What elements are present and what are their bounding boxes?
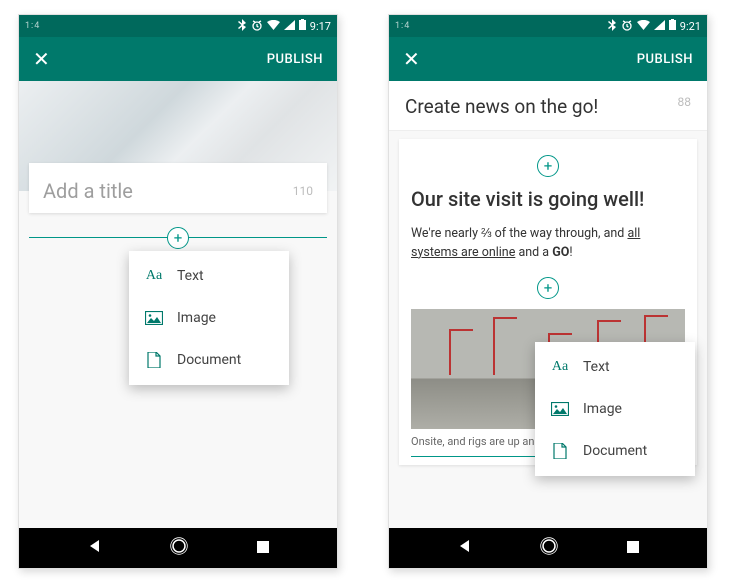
title-char-count: 110	[293, 184, 313, 198]
bluetooth-icon	[237, 19, 247, 34]
close-icon[interactable]: ✕	[403, 47, 420, 71]
content-area: Add a title 110 + Aa Text Image	[19, 81, 337, 528]
add-content-button[interactable]: +	[537, 155, 559, 177]
bluetooth-icon	[607, 19, 617, 34]
page-header: Create news on the go! 88	[389, 81, 707, 131]
menu-item-label: Document	[177, 352, 241, 368]
nav-home-icon[interactable]	[170, 537, 188, 559]
image-icon	[145, 309, 163, 327]
insert-menu: Aa Text Image Document	[129, 251, 289, 385]
nav-home-icon[interactable]	[540, 537, 558, 559]
menu-item-document[interactable]: Document	[535, 430, 695, 472]
status-carrier: 1:4	[395, 21, 410, 31]
title-input[interactable]: Add a title	[43, 179, 133, 203]
menu-item-text[interactable]: Aa Text	[129, 255, 289, 297]
menu-item-label: Text	[583, 359, 610, 375]
body-heading[interactable]: Our site visit is going well!	[411, 187, 685, 211]
document-icon	[145, 351, 163, 369]
menu-item-label: Image	[583, 401, 622, 417]
publish-button[interactable]: PUBLISH	[267, 52, 323, 67]
nav-recent-icon[interactable]	[256, 539, 270, 558]
body-paragraph[interactable]: We're nearly ⅔ of the way through, and a…	[411, 225, 685, 263]
status-time: 9:17	[310, 20, 331, 33]
menu-item-document[interactable]: Document	[129, 339, 289, 381]
menu-item-image[interactable]: Image	[535, 388, 695, 430]
nav-back-icon[interactable]	[457, 538, 473, 558]
image-icon	[551, 400, 569, 418]
body-text: !	[569, 245, 572, 260]
nav-bar	[389, 528, 707, 568]
signal-icon	[284, 20, 295, 33]
body-text: and a	[515, 245, 552, 260]
nav-bar	[19, 528, 337, 568]
battery-icon	[669, 19, 676, 33]
body-bold: GO	[552, 245, 569, 260]
phone-left: 1:4 9:17 ✕ PUBLISH Ad	[18, 14, 338, 569]
text-icon: Aa	[551, 358, 569, 376]
page-title[interactable]: Create news on the go!	[405, 95, 598, 118]
nav-back-icon[interactable]	[87, 538, 103, 558]
wifi-icon	[637, 20, 650, 33]
body-text: We're nearly ⅔ of the way through, and	[411, 226, 627, 241]
insert-menu: Aa Text Image Document	[535, 342, 695, 476]
status-bar: 1:4 9:21	[389, 15, 707, 37]
alarm-icon	[251, 19, 263, 34]
content-area: Create news on the go! 88 + Our site vis…	[389, 81, 707, 528]
add-content-button[interactable]: +	[167, 227, 189, 249]
menu-item-label: Document	[583, 443, 647, 459]
status-time: 9:21	[680, 20, 701, 33]
close-icon[interactable]: ✕	[33, 47, 50, 71]
alarm-icon	[621, 19, 633, 34]
title-char-count: 88	[678, 95, 692, 109]
nav-recent-icon[interactable]	[626, 539, 640, 558]
menu-item-image[interactable]: Image	[129, 297, 289, 339]
app-bar: ✕ PUBLISH	[19, 37, 337, 81]
publish-button[interactable]: PUBLISH	[637, 52, 693, 67]
phone-right: 1:4 9:21 ✕ PUBLISH Create news on t	[388, 14, 708, 569]
menu-item-label: Image	[177, 310, 216, 326]
text-icon: Aa	[145, 267, 163, 285]
document-icon	[551, 442, 569, 460]
battery-icon	[299, 19, 306, 33]
wifi-icon	[267, 20, 280, 33]
add-content-button[interactable]: +	[537, 277, 559, 299]
menu-item-text[interactable]: Aa Text	[535, 346, 695, 388]
app-bar: ✕ PUBLISH	[389, 37, 707, 81]
title-card[interactable]: Add a title 110	[29, 163, 327, 213]
signal-icon	[654, 20, 665, 33]
menu-item-label: Text	[177, 268, 204, 284]
status-bar: 1:4 9:17	[19, 15, 337, 37]
insert-divider: +	[29, 237, 327, 238]
status-carrier: 1:4	[25, 21, 40, 31]
